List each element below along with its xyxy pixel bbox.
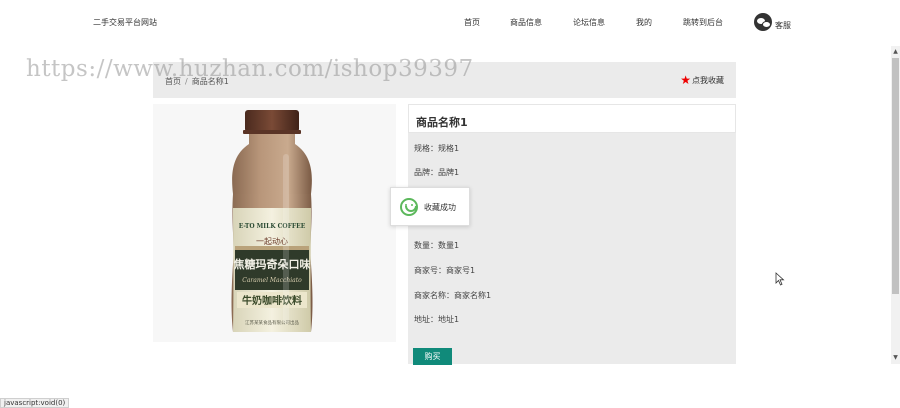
scroll-thumb[interactable] bbox=[892, 58, 899, 294]
top-navbar: 二手交易平台网站 首页 商品信息 论坛信息 我的 跳转到后台 客服 bbox=[0, 0, 890, 46]
scroll-up-arrow-icon[interactable]: ▲ bbox=[891, 48, 900, 56]
product-title: 商品名称1 bbox=[416, 116, 468, 129]
field-merchant-name-label: 商家名称 bbox=[414, 291, 446, 300]
field-merchant-name: 商家名称：商家名称1 bbox=[414, 290, 491, 301]
field-merchant-id-value: 商家号1 bbox=[446, 266, 476, 275]
field-quantity: 数量：数量1 bbox=[414, 240, 459, 251]
mouse-cursor-icon bbox=[775, 272, 785, 286]
customer-service-button[interactable]: 客服 bbox=[754, 13, 791, 31]
field-separator: ： bbox=[430, 241, 438, 250]
nav-item-products[interactable]: 商品信息 bbox=[510, 17, 542, 28]
star-icon: ★ bbox=[680, 73, 691, 87]
product-info-panel: 商品名称1 规格：规格1 品牌：品牌1 数量：数量1 商家号：商家号1 商家名称… bbox=[408, 104, 736, 365]
nav-item-forum[interactable]: 论坛信息 bbox=[573, 17, 605, 28]
breadcrumb-bar: 首页 / 商品名称1 ★ 点我收藏 bbox=[153, 62, 736, 98]
field-merchant-id: 商家号：商家号1 bbox=[414, 265, 475, 276]
field-brand: 品牌：品牌1 bbox=[414, 167, 459, 178]
product-image: E-TO MILK COFFEE 一起动心 焦糖玛奇朵口味 Caramel Ma… bbox=[153, 104, 396, 342]
smile-icon bbox=[400, 198, 418, 216]
toast-message: 收藏成功 bbox=[424, 203, 456, 212]
bottle-footer-text: 江苏某某食品有限公司出品 bbox=[245, 319, 299, 326]
field-brand-value: 品牌1 bbox=[438, 168, 460, 177]
site-name[interactable]: 二手交易平台网站 bbox=[93, 17, 157, 28]
field-merchant-name-value: 商家名称1 bbox=[454, 291, 492, 300]
nav-item-admin[interactable]: 跳转到后台 bbox=[683, 17, 723, 28]
vertical-scrollbar[interactable]: ▲ ▼ bbox=[891, 46, 900, 364]
field-separator: ： bbox=[430, 144, 438, 153]
field-quantity-value: 数量1 bbox=[438, 241, 460, 250]
field-address-value: 地址1 bbox=[438, 315, 460, 324]
field-brand-label: 品牌 bbox=[414, 168, 430, 177]
field-quantity-label: 数量 bbox=[414, 241, 430, 250]
field-spec: 规格：规格1 bbox=[414, 143, 459, 154]
buy-button[interactable]: 购买 bbox=[413, 348, 452, 365]
nav-item-home[interactable]: 首页 bbox=[464, 17, 480, 28]
field-address-label: 地址 bbox=[414, 315, 430, 324]
field-spec-value: 规格1 bbox=[438, 144, 460, 153]
field-separator: ： bbox=[430, 168, 438, 177]
breadcrumb-separator: / bbox=[185, 77, 188, 86]
customer-service-label: 客服 bbox=[775, 20, 791, 30]
bottle-flavor-en-text: Caramel Macchiato bbox=[242, 277, 302, 284]
breadcrumb: 首页 / 商品名称1 bbox=[165, 76, 229, 87]
field-separator: ： bbox=[438, 266, 446, 275]
favorite-label: 点我收藏 bbox=[692, 75, 724, 85]
browser-status-bar: javascript:void(0) bbox=[0, 398, 70, 408]
field-separator: ： bbox=[430, 315, 438, 324]
field-separator: ： bbox=[446, 291, 454, 300]
product-title-box: 商品名称1 bbox=[408, 104, 736, 133]
bottle-brand-text: E-TO MILK COFFEE bbox=[239, 223, 306, 230]
nav-item-mine[interactable]: 我的 bbox=[636, 17, 652, 28]
breadcrumb-home[interactable]: 首页 bbox=[165, 77, 181, 86]
milk-coffee-bottle-image: E-TO MILK COFFEE 一起动心 焦糖玛奇朵口味 Caramel Ma… bbox=[231, 110, 313, 332]
success-toast: 收藏成功 bbox=[390, 187, 470, 226]
field-spec-label: 规格 bbox=[414, 144, 430, 153]
favorite-button[interactable]: ★ 点我收藏 bbox=[680, 74, 724, 86]
scroll-down-arrow-icon[interactable]: ▼ bbox=[891, 354, 900, 362]
bottle-product-type-text: 牛奶咖啡饮料 bbox=[242, 294, 302, 307]
wechat-icon bbox=[754, 13, 772, 31]
field-merchant-id-label: 商家号 bbox=[414, 266, 438, 275]
field-address: 地址：地址1 bbox=[414, 314, 459, 325]
bottle-flavor-text: 焦糖玛奇朵口味 bbox=[233, 257, 311, 271]
breadcrumb-current: 商品名称1 bbox=[191, 77, 229, 86]
